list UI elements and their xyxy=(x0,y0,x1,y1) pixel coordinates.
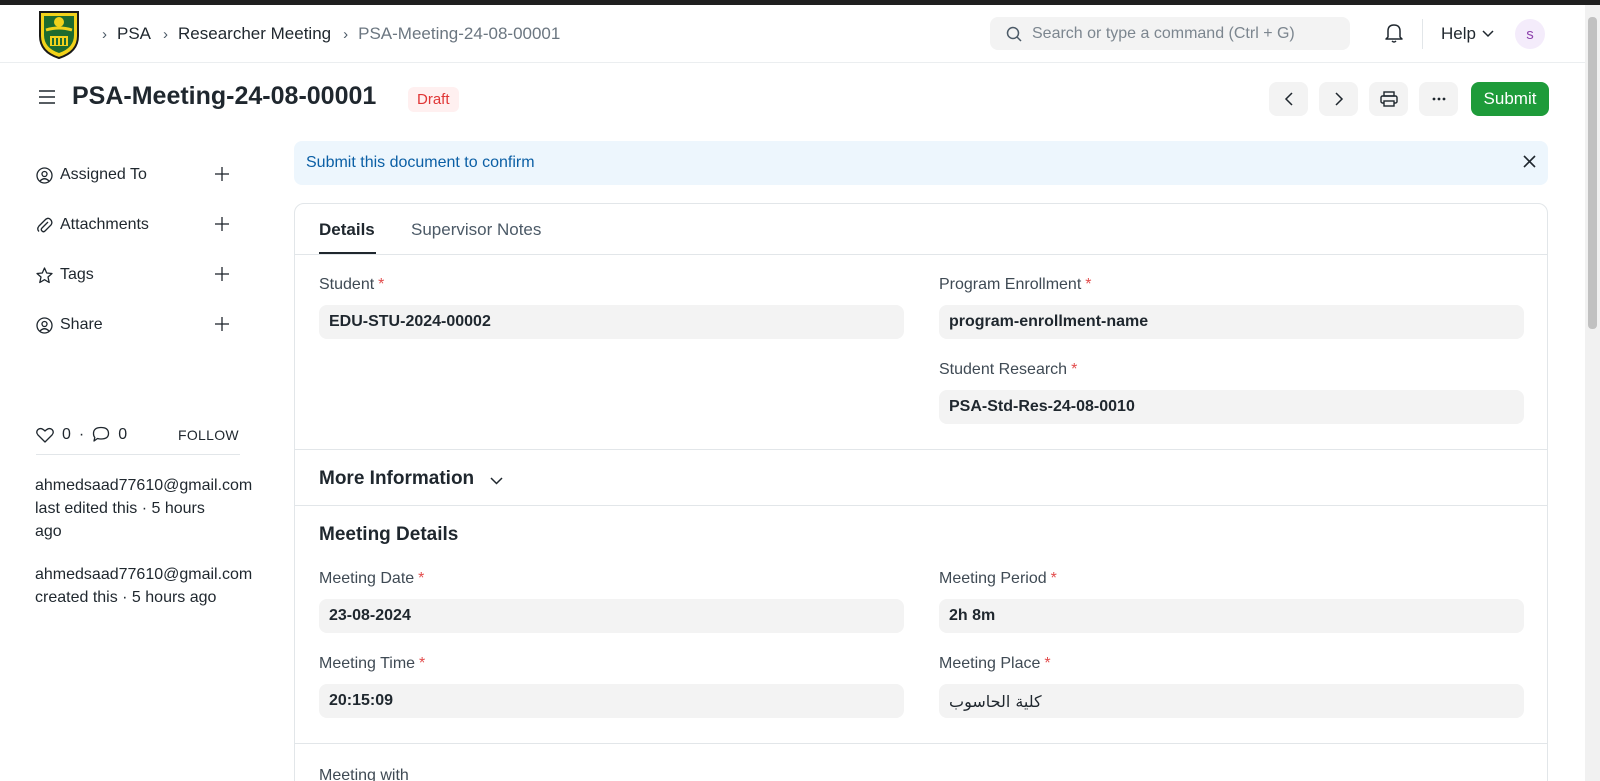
more-actions-button[interactable] xyxy=(1419,82,1458,116)
meeting-time-field[interactable]: 20:15:09 xyxy=(319,684,904,718)
activity-text: last edited this · 5 hours ago xyxy=(35,500,205,540)
status-badge: Draft xyxy=(408,87,459,112)
add-attachment-icon[interactable] xyxy=(214,216,230,237)
chevron-right-icon: › xyxy=(102,25,107,43)
tab-details[interactable]: Details xyxy=(319,220,375,240)
breadcrumb-researcher-meeting[interactable]: Researcher Meeting xyxy=(178,24,331,44)
meeting-place-field[interactable]: كلية الحاسوب xyxy=(939,684,1524,718)
tab-supervisor-notes[interactable]: Supervisor Notes xyxy=(411,220,541,240)
more-information-title: More Information xyxy=(319,468,475,489)
activity-user[interactable]: ahmedsaad77610@gmail.com xyxy=(35,474,275,497)
program-enrollment-field[interactable]: program-enrollment-name xyxy=(939,305,1524,339)
add-tag-icon[interactable] xyxy=(214,266,230,287)
separator-dot: · xyxy=(78,425,85,443)
menu-toggle-icon[interactable] xyxy=(38,88,56,111)
comment-count: 0 xyxy=(118,425,128,443)
search-bar[interactable] xyxy=(990,17,1350,50)
next-document-button[interactable] xyxy=(1319,82,1358,116)
sidebar-item-label: Share xyxy=(60,316,103,333)
chevron-down-icon xyxy=(1482,30,1494,38)
breadcrumb: › PSA › Researcher Meeting › PSA-Meeting… xyxy=(98,5,560,63)
sidebar-item-label: Tags xyxy=(60,266,94,283)
paperclip-icon xyxy=(36,217,54,234)
student-research-field[interactable]: PSA-Std-Res-24-08-0010 xyxy=(939,390,1524,424)
meeting-period-field[interactable]: 2h 8m xyxy=(939,599,1524,633)
chevron-right-icon xyxy=(1334,92,1343,106)
breadcrumb-psa[interactable]: PSA xyxy=(117,24,151,44)
share-user-icon xyxy=(36,316,54,334)
sidebar-item-label: Attachments xyxy=(60,216,149,233)
assign-user-icon xyxy=(36,166,54,184)
search-input[interactable] xyxy=(1032,24,1332,43)
add-share-icon[interactable] xyxy=(214,316,230,337)
breadcrumb-current-document[interactable]: PSA-Meeting-24-08-00001 xyxy=(358,24,560,44)
section-divider xyxy=(295,505,1547,506)
sidebar-item-assigned-to[interactable]: Assigned To xyxy=(36,150,256,200)
chevron-right-icon: › xyxy=(343,25,349,43)
comment-icon[interactable] xyxy=(92,426,110,443)
activity-item: ahmedsaad77610@gmail.com last edited thi… xyxy=(35,474,275,543)
like-count: 0 xyxy=(62,425,71,443)
meeting-period-label: Meeting Period * xyxy=(939,570,1057,587)
user-avatar[interactable]: s xyxy=(1515,19,1545,49)
alert-message: Submit this document to confirm xyxy=(306,154,535,171)
more-information-toggle[interactable]: More Information xyxy=(319,468,503,490)
page-header: PSA-Meeting-24-08-00001 Draft Submit xyxy=(0,64,1585,134)
heart-icon[interactable] xyxy=(36,427,54,443)
navbar: › PSA › Researcher Meeting › PSA-Meeting… xyxy=(0,5,1585,63)
page-title: PSA-Meeting-24-08-00001 xyxy=(72,82,377,110)
search-icon xyxy=(1006,26,1022,42)
active-tab-indicator xyxy=(319,252,376,254)
help-dropdown[interactable]: Help xyxy=(1441,5,1494,63)
student-research-label: Student Research * xyxy=(939,361,1078,378)
student-field[interactable]: EDU-STU-2024-00002 xyxy=(319,305,904,339)
form-sidebar: Assigned To Attachments Tags Share xyxy=(36,150,256,350)
add-assignment-icon[interactable] xyxy=(214,166,230,187)
activity-user[interactable]: ahmedsaad77610@gmail.com xyxy=(35,563,275,586)
print-button[interactable] xyxy=(1369,82,1408,116)
notification-bell-icon[interactable] xyxy=(1384,22,1404,49)
program-enrollment-label: Program Enrollment * xyxy=(939,276,1092,293)
meeting-time-label: Meeting Time * xyxy=(319,655,426,672)
form-card: Details Supervisor Notes Student * EDU-ST… xyxy=(294,203,1548,781)
submit-alert: Submit this document to confirm xyxy=(294,141,1548,185)
section-divider xyxy=(295,743,1547,744)
university-logo[interactable] xyxy=(36,8,82,60)
sidebar-item-attachments[interactable]: Attachments xyxy=(36,200,256,250)
close-icon[interactable] xyxy=(1523,155,1536,173)
form-tabs: Details Supervisor Notes xyxy=(295,204,1547,255)
activity-text: created this · 5 hours ago xyxy=(35,589,217,606)
chevron-down-icon xyxy=(490,477,503,485)
previous-document-button[interactable] xyxy=(1269,82,1308,116)
submit-button[interactable]: Submit xyxy=(1471,82,1549,116)
star-icon xyxy=(36,266,54,284)
likes-comments-row: 0 · 0 FOLLOW xyxy=(36,415,240,455)
chevron-left-icon xyxy=(1284,92,1293,106)
meeting-date-field[interactable]: 23-08-2024 xyxy=(319,599,904,633)
navbar-divider xyxy=(1422,19,1423,49)
more-horizontal-icon xyxy=(1432,97,1445,101)
meeting-details-title: Meeting Details xyxy=(319,524,459,545)
section-divider xyxy=(295,449,1547,450)
meeting-with-label: Meeting with xyxy=(319,767,409,781)
sidebar-item-label: Assigned To xyxy=(60,166,147,183)
chevron-right-icon: › xyxy=(163,25,169,43)
scrollbar-thumb[interactable] xyxy=(1588,17,1597,329)
help-label: Help xyxy=(1441,24,1476,43)
sidebar-item-tags[interactable]: Tags xyxy=(36,250,256,300)
follow-button[interactable]: FOLLOW xyxy=(178,427,239,443)
student-label: Student * xyxy=(319,276,385,293)
meeting-date-label: Meeting Date * xyxy=(319,570,425,587)
activity-item: ahmedsaad77610@gmail.com created this · … xyxy=(35,563,275,609)
printer-icon xyxy=(1379,91,1398,107)
meeting-place-label: Meeting Place * xyxy=(939,655,1051,672)
sidebar-item-share[interactable]: Share xyxy=(36,300,256,350)
